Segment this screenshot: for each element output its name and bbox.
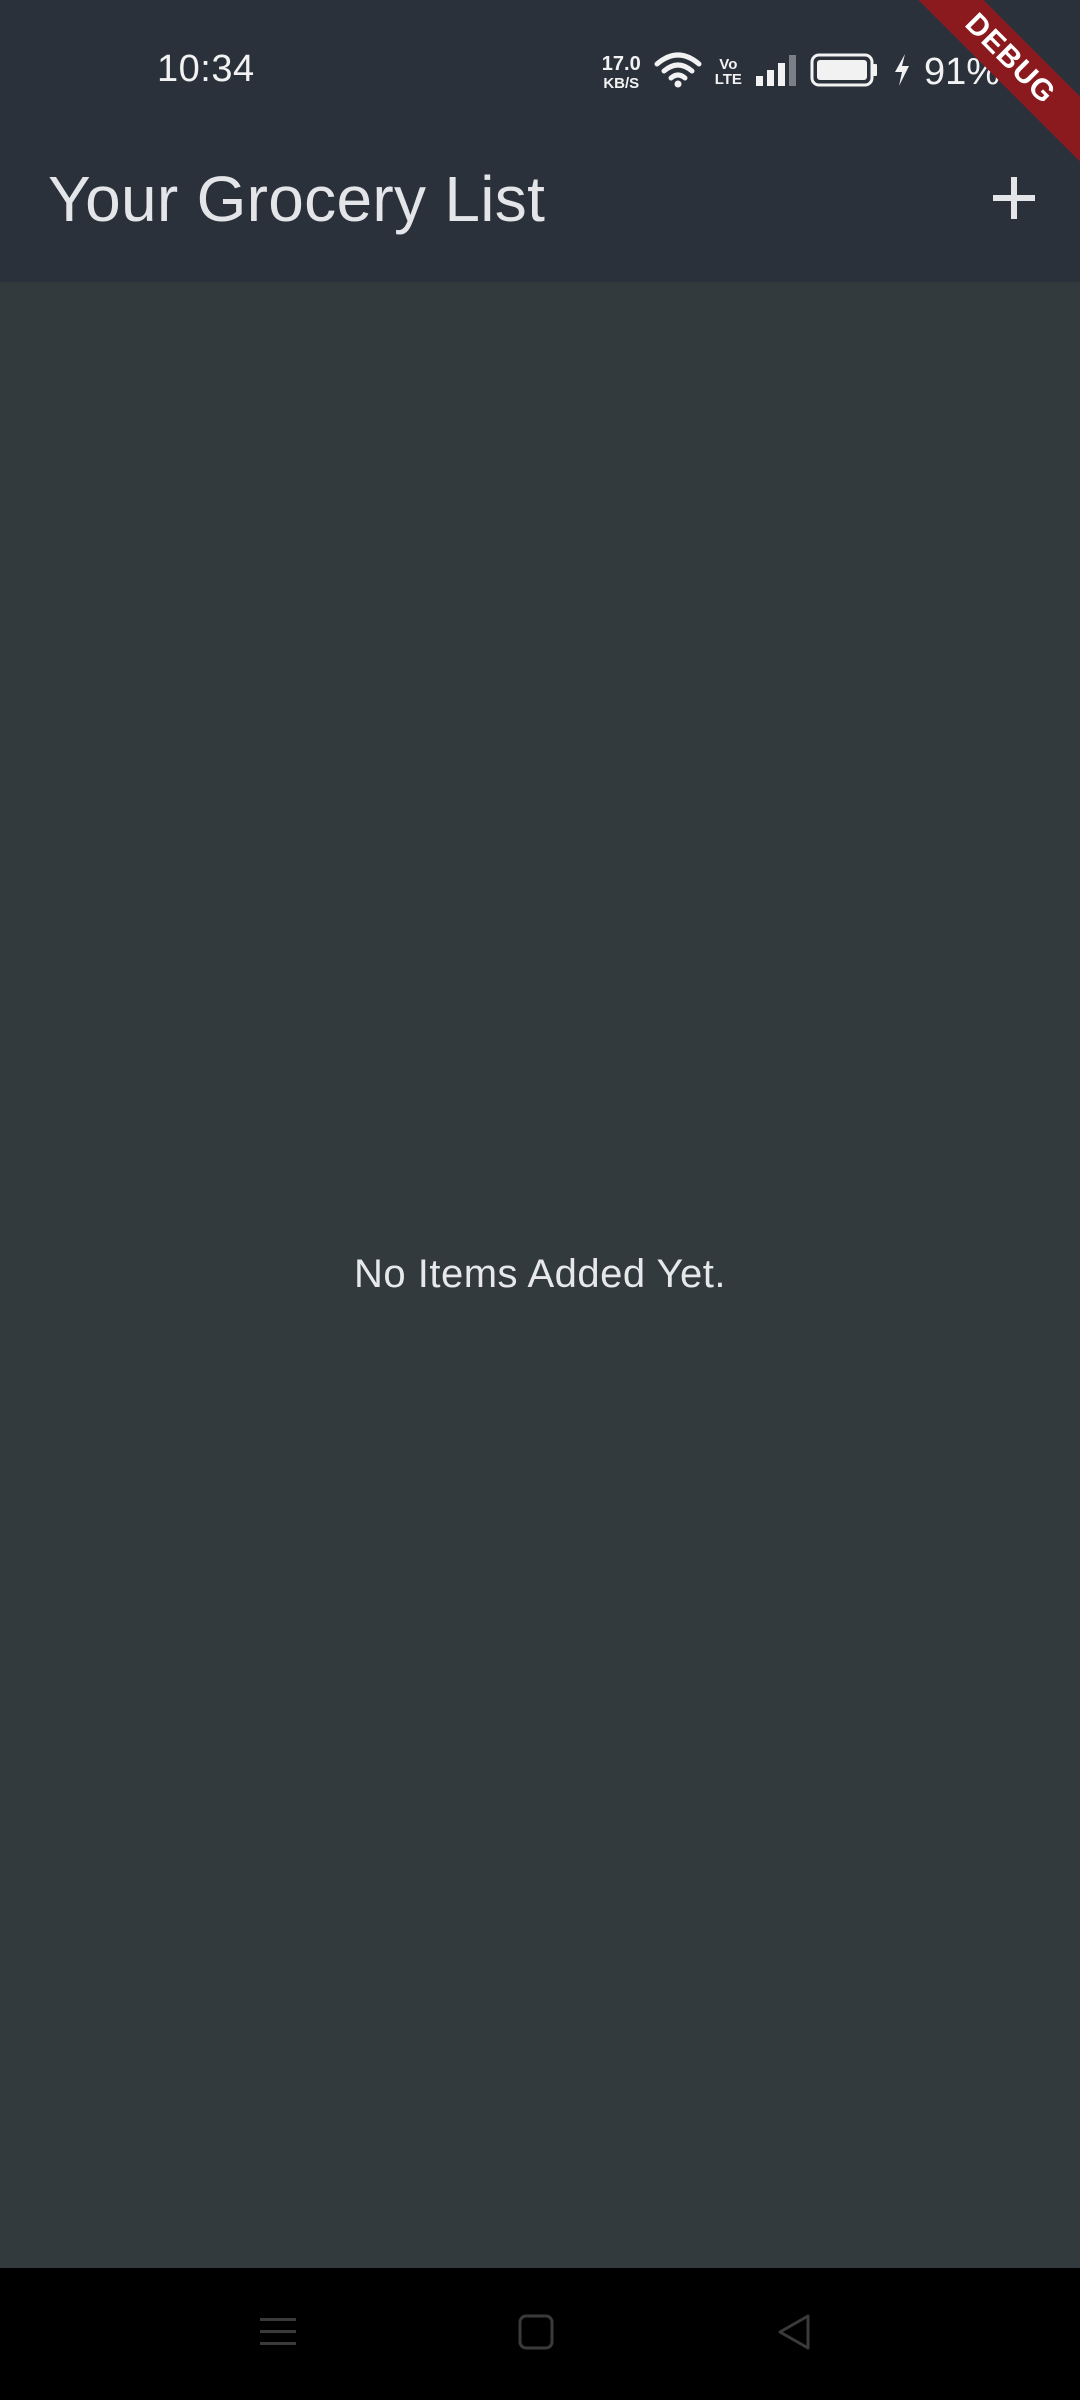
network-speed: 17.0 KB/S <box>602 54 641 91</box>
plus-icon <box>990 174 1038 227</box>
status-bar: 10:34 17.0 KB/S Vo LTE 91% <box>0 0 1080 142</box>
back-button[interactable] <box>754 2294 834 2374</box>
charging-icon <box>892 52 912 93</box>
system-nav-bar <box>0 2268 1080 2400</box>
status-icons: 17.0 KB/S Vo LTE 91% <box>602 48 1000 96</box>
app-bar: Your Grocery List <box>0 142 1080 282</box>
volte-bottom: LTE <box>714 71 742 88</box>
screen: 10:34 17.0 KB/S Vo LTE 91% Your Grocery … <box>0 0 1080 2400</box>
add-item-button[interactable] <box>978 164 1050 236</box>
status-time: 10:34 <box>157 48 255 90</box>
battery-icon <box>810 52 880 93</box>
battery-percent: 91% <box>923 50 1000 93</box>
home-button[interactable] <box>496 2294 576 2374</box>
volte-top: Vo <box>719 56 738 73</box>
home-icon <box>516 2312 556 2357</box>
menu-icon <box>258 2312 298 2357</box>
page-title: Your Grocery List <box>48 163 546 235</box>
grocery-list-body: No Items Added Yet. <box>0 282 1080 2268</box>
empty-state-message: No Items Added Yet. <box>354 1252 726 1296</box>
signal-icon <box>754 52 798 93</box>
volte-icon: Vo LTE <box>715 57 742 87</box>
network-speed-unit: KB/S <box>603 74 640 92</box>
recents-button[interactable] <box>238 2294 318 2374</box>
back-icon <box>774 2312 814 2357</box>
network-speed-value: 17.0 <box>601 52 641 75</box>
wifi-icon <box>653 50 703 95</box>
